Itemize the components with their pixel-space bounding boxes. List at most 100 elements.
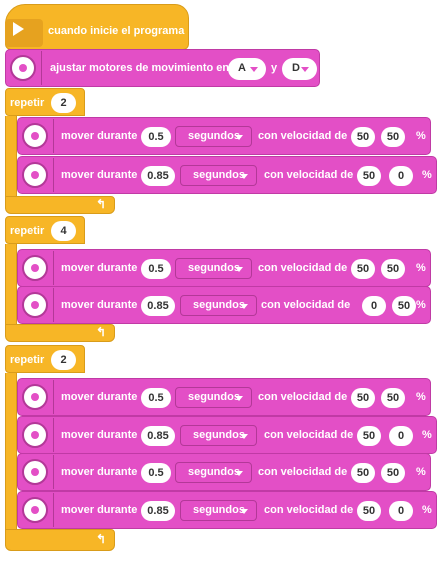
move-icon-area <box>18 251 54 285</box>
unit-dropdown[interactable]: segundos <box>175 387 252 408</box>
speed-right-input[interactable]: 50 <box>381 388 405 408</box>
speed-label: con velocidad de <box>261 299 351 311</box>
speed-label: con velocidad de <box>264 429 354 441</box>
percent-label: % <box>416 130 426 142</box>
move-block[interactable]: mover durante 0.85 segundos con velocida… <box>17 286 431 324</box>
unit-dropdown[interactable]: segundos <box>175 258 252 279</box>
speed-label: con velocidad de <box>264 504 354 516</box>
speed-left-input[interactable]: 50 <box>351 388 375 408</box>
repeat-block-1-arm <box>5 116 17 196</box>
duration-input[interactable]: 0.85 <box>141 501 175 521</box>
unit-value: segundos <box>193 169 245 181</box>
chevron-down-icon <box>235 471 243 476</box>
repeat-count-input[interactable]: 2 <box>51 93 76 113</box>
percent-label: % <box>416 391 426 403</box>
speed-label: con velocidad de <box>264 169 354 181</box>
move-label: mover durante <box>61 429 138 441</box>
port-d-dropdown[interactable]: D <box>282 58 317 80</box>
speed-right-input[interactable]: 0 <box>389 426 413 446</box>
motor-wheel-icon <box>22 255 48 281</box>
motor-wheel-icon <box>22 422 48 448</box>
unit-value: segundos <box>188 262 240 274</box>
duration-input[interactable]: 0.85 <box>141 166 175 186</box>
chevron-down-icon <box>240 434 248 439</box>
move-block[interactable]: mover durante 0.5 segundos con velocidad… <box>17 378 431 416</box>
repeat-count-input[interactable]: 2 <box>51 350 76 370</box>
speed-label: con velocidad de <box>258 262 348 274</box>
duration-input[interactable]: 0.5 <box>141 463 171 483</box>
duration-input[interactable]: 0.5 <box>141 127 171 147</box>
speed-left-input[interactable]: 50 <box>357 426 381 446</box>
unit-dropdown[interactable]: segundos <box>180 425 257 446</box>
chevron-down-icon <box>250 67 258 72</box>
motor-wheel-icon <box>22 162 48 188</box>
speed-right-input[interactable]: 50 <box>381 127 405 147</box>
speed-left-input[interactable]: 50 <box>351 463 375 483</box>
move-block[interactable]: mover durante 0.5 segundos con velocidad… <box>17 453 431 491</box>
repeat-label: repetir <box>10 97 45 109</box>
move-icon-area <box>18 119 54 153</box>
move-block[interactable]: mover durante 0.85 segundos con velocida… <box>17 156 437 194</box>
set-motors-label: ajustar motores de movimiento en <box>50 62 230 74</box>
conjunction-label: y <box>271 62 278 74</box>
speed-left-input[interactable]: 0 <box>362 296 386 316</box>
duration-input[interactable]: 0.5 <box>141 259 171 279</box>
speed-right-input[interactable]: 0 <box>389 501 413 521</box>
duration-input[interactable]: 0.5 <box>141 388 171 408</box>
speed-right-input[interactable]: 50 <box>381 463 405 483</box>
move-label: mover durante <box>61 466 138 478</box>
move-label: mover durante <box>61 130 138 142</box>
unit-dropdown[interactable]: segundos <box>180 165 257 186</box>
move-icon-area <box>18 288 54 322</box>
loop-arrow-icon: ↰ <box>96 197 107 211</box>
speed-label: con velocidad de <box>258 130 348 142</box>
unit-dropdown[interactable]: segundos <box>180 500 257 521</box>
chevron-down-icon <box>240 509 248 514</box>
duration-input[interactable]: 0.85 <box>141 426 175 446</box>
move-block[interactable]: mover durante 0.5 segundos con velocidad… <box>17 249 431 287</box>
speed-left-input[interactable]: 50 <box>351 259 375 279</box>
loop-arrow-icon: ↰ <box>96 532 107 546</box>
chevron-down-icon <box>235 135 243 140</box>
motor-wheel-icon <box>22 459 48 485</box>
unit-dropdown[interactable]: segundos <box>175 126 252 147</box>
program-start-label: cuando inicie el programa <box>48 25 185 37</box>
motor-wheel-icon <box>22 292 48 318</box>
percent-label: % <box>422 169 432 181</box>
repeat-count-input[interactable]: 4 <box>51 221 76 241</box>
percent-label: % <box>422 429 432 441</box>
speed-right-input[interactable]: 50 <box>381 259 405 279</box>
unit-value: segundos <box>188 130 240 142</box>
speed-left-input[interactable]: 50 <box>357 166 381 186</box>
unit-value: segundos <box>193 299 245 311</box>
unit-dropdown[interactable]: segundos <box>180 295 257 316</box>
motor-wheel-icon <box>10 55 36 81</box>
percent-label: % <box>416 466 426 478</box>
repeat-block-3-arm <box>5 373 17 529</box>
repeat-label: repetir <box>10 354 45 366</box>
hat-icon-area <box>5 19 43 47</box>
port-a-value: A <box>238 62 246 74</box>
chevron-down-icon <box>235 267 243 272</box>
speed-left-input[interactable]: 50 <box>357 501 381 521</box>
port-d-value: D <box>292 62 300 74</box>
chevron-down-icon <box>235 396 243 401</box>
percent-label: % <box>416 299 426 311</box>
move-icon-area <box>18 418 54 452</box>
set-motors-icon-area <box>6 51 42 85</box>
move-block[interactable]: mover durante 0.85 segundos con velocida… <box>17 416 437 454</box>
move-block[interactable]: mover durante 0.5 segundos con velocidad… <box>17 117 431 155</box>
set-motors-block[interactable]: ajustar motores de movimiento en A y D <box>5 49 320 87</box>
port-a-dropdown[interactable]: A <box>228 58 266 80</box>
speed-left-input[interactable]: 50 <box>351 127 375 147</box>
chevron-down-icon <box>301 67 309 72</box>
move-icon-area <box>18 455 54 489</box>
move-block[interactable]: mover durante 0.85 segundos con velocida… <box>17 491 437 529</box>
move-icon-area <box>18 493 54 527</box>
duration-input[interactable]: 0.85 <box>141 296 175 316</box>
move-label: mover durante <box>61 299 138 311</box>
play-icon <box>13 22 24 36</box>
speed-right-input[interactable]: 50 <box>392 296 416 316</box>
unit-dropdown[interactable]: segundos <box>175 462 252 483</box>
speed-right-input[interactable]: 0 <box>389 166 413 186</box>
